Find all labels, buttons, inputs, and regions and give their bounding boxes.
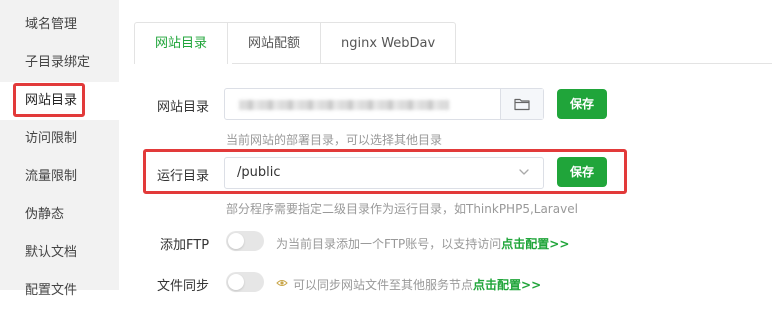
run-dir-hint: 部分程序需要指定二级目录作为运行目录，如ThinkPHP5,Laravel bbox=[226, 202, 578, 216]
sidebar-item-config-file[interactable]: 配置文件 bbox=[0, 272, 119, 310]
site-dir-input[interactable] bbox=[224, 88, 544, 120]
tab-divider bbox=[232, 63, 772, 64]
tab-nginx-webdav[interactable]: nginx WebDav bbox=[321, 23, 455, 64]
sidebar-item-rewrite[interactable]: 伪静态 bbox=[0, 196, 119, 234]
site-dir-path-redacted bbox=[239, 100, 449, 110]
file-sync-toggle[interactable] bbox=[226, 272, 264, 292]
ftp-toggle[interactable] bbox=[226, 231, 264, 251]
ftp-toggle-knob bbox=[228, 233, 244, 249]
sidebar-item-subdirectory-binding[interactable]: 子目录绑定 bbox=[0, 44, 119, 82]
run-dir-label: 运行目录 bbox=[157, 169, 210, 184]
sidebar-item-traffic-limit[interactable]: 流量限制 bbox=[0, 158, 119, 196]
ftp-note-text: 为当前目录添加一个FTP账号，以支持访问 bbox=[276, 237, 502, 251]
sidebar: 域名管理 子目录绑定 网站目录 访问限制 流量限制 伪静态 默认文档 配置文件 bbox=[0, 0, 119, 298]
eye-icon bbox=[276, 280, 288, 286]
file-sync-toggle-knob bbox=[228, 274, 244, 290]
sidebar-item-domain-management[interactable]: 域名管理 bbox=[0, 6, 119, 44]
run-dir-selected-value: /public bbox=[237, 165, 281, 180]
ftp-label: 添加FTP bbox=[160, 238, 210, 253]
site-dir-save-button[interactable]: 保存 bbox=[557, 89, 607, 119]
file-sync-note: 可以同步网站文件至其他服务节点点击配置>> bbox=[293, 276, 541, 293]
folder-icon bbox=[514, 98, 530, 111]
sidebar-item-access-restriction[interactable]: 访问限制 bbox=[0, 120, 119, 158]
chevron-down-icon bbox=[519, 169, 529, 175]
run-dir-save-button[interactable]: 保存 bbox=[557, 157, 607, 187]
site-dir-hint: 当前网站的部署目录，可以选择其他目录 bbox=[226, 133, 443, 147]
tab-bar: 网站目录 网站配额 nginx WebDav bbox=[134, 22, 457, 64]
file-sync-label: 文件同步 bbox=[157, 279, 210, 294]
folder-picker-button[interactable] bbox=[500, 89, 543, 119]
site-dir-label: 网站目录 bbox=[157, 100, 210, 115]
ftp-config-link[interactable]: 点击配置>> bbox=[501, 237, 569, 251]
run-dir-select[interactable]: /public bbox=[224, 157, 544, 189]
ftp-note: 为当前目录添加一个FTP账号，以支持访问点击配置>> bbox=[276, 235, 569, 252]
sidebar-item-default-document[interactable]: 默认文档 bbox=[0, 234, 119, 272]
tab-site-directory[interactable]: 网站目录 bbox=[135, 23, 229, 64]
tab-site-quota[interactable]: 网站配额 bbox=[228, 23, 322, 64]
sidebar-item-site-directory[interactable]: 网站目录 bbox=[0, 82, 119, 120]
